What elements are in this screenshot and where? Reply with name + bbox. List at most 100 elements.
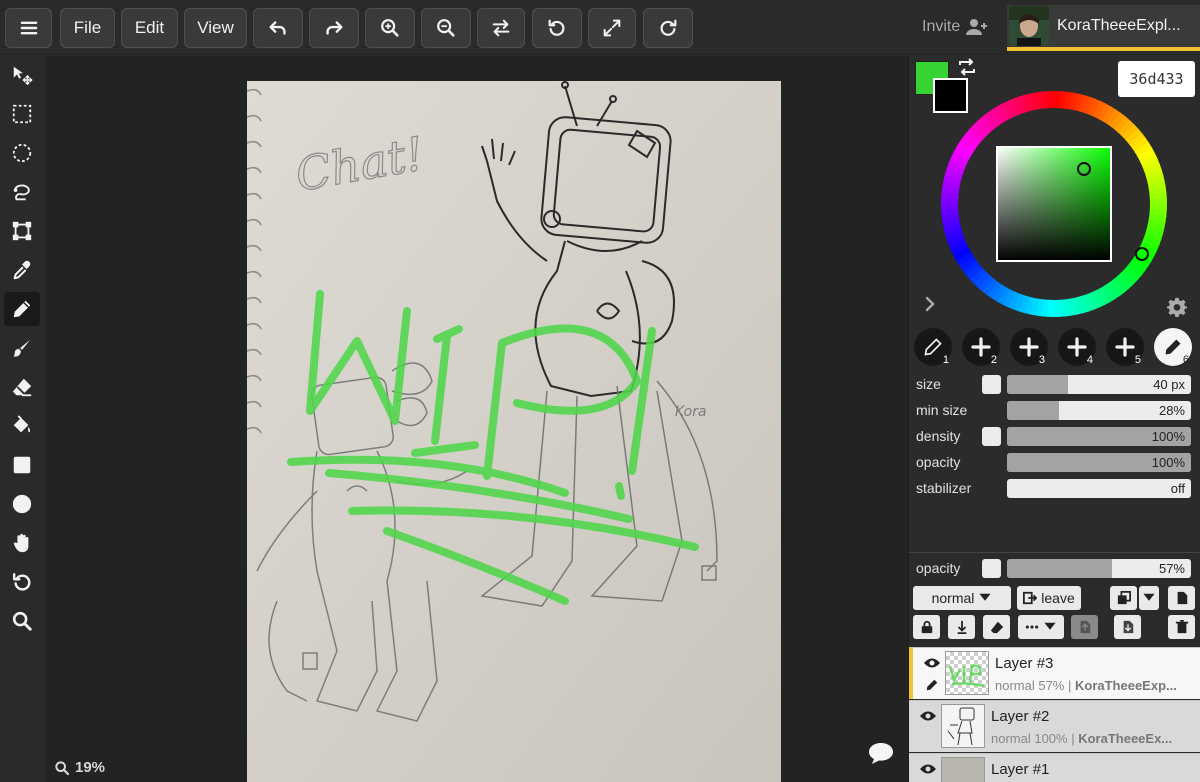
- layer-menu-dropdown[interactable]: [1139, 586, 1159, 610]
- zoom-tool[interactable]: [4, 604, 40, 638]
- duplicate-layer-button[interactable]: [1110, 586, 1137, 610]
- invite-button[interactable]: Invite: [922, 18, 988, 36]
- brush-slot-2[interactable]: 2: [962, 328, 1000, 366]
- layer-thumbnail: [945, 651, 989, 695]
- stabilizer-slider[interactable]: off: [1007, 479, 1191, 498]
- pencil-icon: [1165, 339, 1181, 355]
- slider-value: 57%: [1158, 561, 1185, 576]
- layer-mode: normal 100%: [991, 731, 1068, 746]
- chat-button[interactable]: [868, 741, 894, 770]
- eye-icon[interactable]: [919, 763, 937, 775]
- pressure-checkbox[interactable]: [982, 375, 1001, 394]
- drawing-canvas[interactable]: Chat! Kora: [246, 81, 781, 782]
- new-layer-button[interactable]: [1168, 586, 1195, 610]
- chevron-right-icon: [925, 296, 935, 312]
- layer-item[interactable]: Layer #1: [909, 753, 1200, 782]
- brush-setting-opacity: opacity 100%: [909, 452, 1200, 474]
- swap-arrows-icon: [959, 58, 975, 76]
- ellipse-tool[interactable]: [4, 487, 40, 521]
- flip-arrows-icon: [492, 19, 510, 37]
- rotate-right-button[interactable]: [643, 8, 693, 48]
- color-settings-button[interactable]: [1167, 297, 1187, 322]
- fullscreen-button[interactable]: [588, 8, 636, 48]
- eyedropper-tool[interactable]: [4, 253, 40, 287]
- layer-item[interactable]: Layer #3 normal 57% | KoraTheeeExp...: [909, 647, 1200, 699]
- caret-down-icon: [979, 593, 991, 601]
- eraser-icon: [990, 621, 1003, 634]
- expand-icon: [603, 19, 621, 37]
- expand-panel-button[interactable]: [923, 296, 937, 317]
- brush-tool[interactable]: [4, 331, 40, 365]
- brush-slot-3[interactable]: 3: [1010, 328, 1048, 366]
- move-layer-down-button[interactable]: [1114, 615, 1141, 639]
- eye-icon[interactable]: [919, 710, 937, 722]
- layer-mode: normal 57%: [995, 678, 1065, 693]
- merge-down-button[interactable]: [948, 615, 975, 639]
- redo-button[interactable]: [309, 8, 359, 48]
- brush-opacity-slider[interactable]: 100%: [1007, 453, 1191, 472]
- canvas-area[interactable]: Chat! Kora 19%: [46, 56, 908, 782]
- zoom-out-button[interactable]: [421, 8, 471, 48]
- rotate-left-button[interactable]: [532, 8, 582, 48]
- size-slider[interactable]: 40 px: [1007, 375, 1191, 394]
- brush-setting-density: density 100%: [909, 426, 1200, 448]
- density-slider[interactable]: 100%: [1007, 427, 1191, 446]
- rectangle-tool[interactable]: [4, 448, 40, 482]
- eye-icon[interactable]: [923, 657, 941, 669]
- brush-setting-min-size: min size 28%: [909, 400, 1200, 422]
- pressure-checkbox[interactable]: [982, 427, 1001, 446]
- layer-name: Layer #3: [995, 655, 1054, 672]
- layer-item[interactable]: Layer #2 normal 100% | KoraTheeeEx...: [909, 700, 1200, 752]
- color-wheel[interactable]: [941, 91, 1167, 317]
- rotate-icon: [13, 573, 31, 591]
- brush-setting-stabilizer: stabilizer off: [909, 478, 1200, 500]
- view-menu-button[interactable]: View: [184, 8, 247, 48]
- layer-opacity-checkbox[interactable]: [982, 559, 1001, 578]
- setting-label: min size: [916, 402, 968, 418]
- eyedropper-icon: [13, 260, 31, 280]
- hamburger-menu-button[interactable]: [5, 8, 52, 48]
- pen-tool[interactable]: [4, 292, 40, 326]
- rect-select-tool[interactable]: [4, 97, 40, 131]
- zoom-indicator[interactable]: 19%: [54, 759, 105, 776]
- lock-icon: [921, 620, 932, 634]
- edit-menu-button[interactable]: Edit: [121, 8, 178, 48]
- ellipse-select-tool[interactable]: [4, 136, 40, 170]
- eraser-tool[interactable]: [4, 370, 40, 404]
- lock-layer-button[interactable]: [913, 615, 940, 639]
- zoom-in-button[interactable]: [365, 8, 415, 48]
- clear-layer-button[interactable]: [983, 615, 1010, 639]
- flip-horizontal-button[interactable]: [477, 8, 525, 48]
- more-options-button[interactable]: [1018, 615, 1064, 639]
- hand-tool[interactable]: [4, 526, 40, 560]
- leave-button[interactable]: leave: [1017, 586, 1081, 610]
- brush-slot-number: 3: [1038, 354, 1045, 366]
- ellipse-select-icon: [12, 143, 32, 163]
- circle-icon: [12, 494, 32, 514]
- lasso-tool[interactable]: [4, 175, 40, 209]
- brush-slot-1[interactable]: 1: [914, 328, 952, 366]
- layer-thumbnail: [941, 704, 985, 748]
- brush-slot-4[interactable]: 4: [1058, 328, 1096, 366]
- layer-opacity-slider[interactable]: 57%: [1007, 559, 1191, 578]
- brush-setting-size: size 40 px: [909, 374, 1200, 396]
- swap-colors-button[interactable]: [957, 58, 977, 81]
- brush-slot-5[interactable]: 5: [1106, 328, 1144, 366]
- rotate-view-tool[interactable]: [4, 565, 40, 599]
- min-size-slider[interactable]: 28%: [1007, 401, 1191, 420]
- move-tool[interactable]: [4, 58, 40, 92]
- delete-layer-button[interactable]: [1168, 615, 1195, 639]
- file-menu-button[interactable]: File: [60, 8, 115, 48]
- tool-bar: [0, 56, 46, 782]
- leave-icon: [1023, 591, 1038, 605]
- plus-icon: [1019, 337, 1039, 357]
- transform-tool[interactable]: [4, 214, 40, 248]
- blend-mode-select[interactable]: normal: [913, 586, 1011, 610]
- brush-slot-6[interactable]: 6: [1154, 328, 1192, 366]
- paint-bucket-tool[interactable]: [4, 409, 40, 443]
- eraser-icon: [12, 378, 32, 397]
- undo-button[interactable]: [253, 8, 303, 48]
- move-layer-up-button[interactable]: [1071, 615, 1098, 639]
- magnifier-icon: [12, 611, 32, 631]
- user-account-button[interactable]: KoraTheeeExpl...: [1007, 5, 1200, 51]
